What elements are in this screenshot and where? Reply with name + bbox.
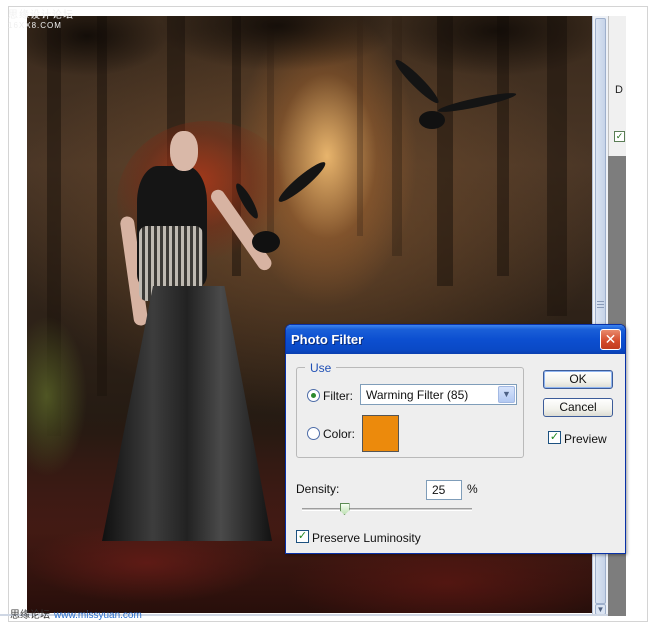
filter-selected-value: Warming Filter (85)	[366, 388, 469, 402]
watermark-bottom: 思缘论坛 www.missyuan.com	[10, 606, 142, 621]
close-button[interactable]: ✕	[600, 329, 621, 350]
filter-radio[interactable]	[307, 389, 320, 402]
preserve-luminosity-label: Preserve Luminosity	[312, 531, 421, 545]
watermark-text: 思缘设计论坛	[8, 10, 74, 21]
woman-face	[170, 131, 198, 171]
crow	[252, 231, 280, 253]
chevron-down-icon[interactable]: ▼	[498, 386, 515, 403]
dialog-title: Photo Filter	[291, 332, 364, 347]
filter-label: Filter:	[323, 389, 353, 403]
flying-crow	[419, 111, 445, 129]
density-label: Density:	[296, 482, 340, 496]
use-group: Use Filter: Warming Filter (85) ▼ Color:	[296, 361, 524, 458]
dialog-titlebar[interactable]: Photo Filter ✕	[286, 325, 625, 354]
dialog-body: Use Filter: Warming Filter (85) ▼ Color:…	[286, 354, 625, 553]
color-label: Color:	[323, 427, 356, 441]
preview-label: Preview	[564, 432, 607, 446]
photo-filter-dialog: Photo Filter ✕ Use Filter: Warming Filte…	[285, 324, 626, 554]
cancel-button[interactable]: Cancel	[543, 398, 613, 417]
side-panel-label: D	[615, 84, 623, 96]
watermark-text: 16XX8.COM	[8, 21, 62, 30]
tree-canopy	[27, 16, 592, 86]
watermark-url: www.missyuan.com	[54, 610, 142, 621]
preview-checkbox[interactable]: ✓	[548, 431, 561, 444]
density-unit: %	[467, 482, 478, 496]
density-slider-track[interactable]	[302, 508, 472, 511]
density-input[interactable]: 25	[426, 480, 462, 500]
side-panel-checkbox[interactable]: ✓	[614, 131, 625, 142]
ok-button[interactable]: OK	[543, 370, 613, 389]
color-radio[interactable]	[307, 427, 320, 440]
scrollbar-grip-icon	[597, 301, 604, 309]
color-swatch[interactable]	[362, 415, 399, 452]
use-group-legend: Use	[305, 361, 337, 375]
side-panel: D ✓	[608, 16, 626, 156]
watermark-top: 思缘设计论坛 16XX8.COM	[8, 6, 74, 30]
woman-skirt	[102, 286, 272, 541]
preserve-luminosity-checkbox[interactable]: ✓	[296, 530, 309, 543]
watermark-text: 思缘论坛	[10, 610, 50, 621]
fern-foliage	[27, 316, 87, 476]
filter-dropdown[interactable]: Warming Filter (85) ▼	[360, 384, 517, 405]
screenshot-frame: 思缘设计论坛 16XX8.COM ▼ D ✓ 思缘论坛 www.missyuan.…	[0, 0, 655, 629]
density-slider-thumb[interactable]	[339, 503, 350, 515]
